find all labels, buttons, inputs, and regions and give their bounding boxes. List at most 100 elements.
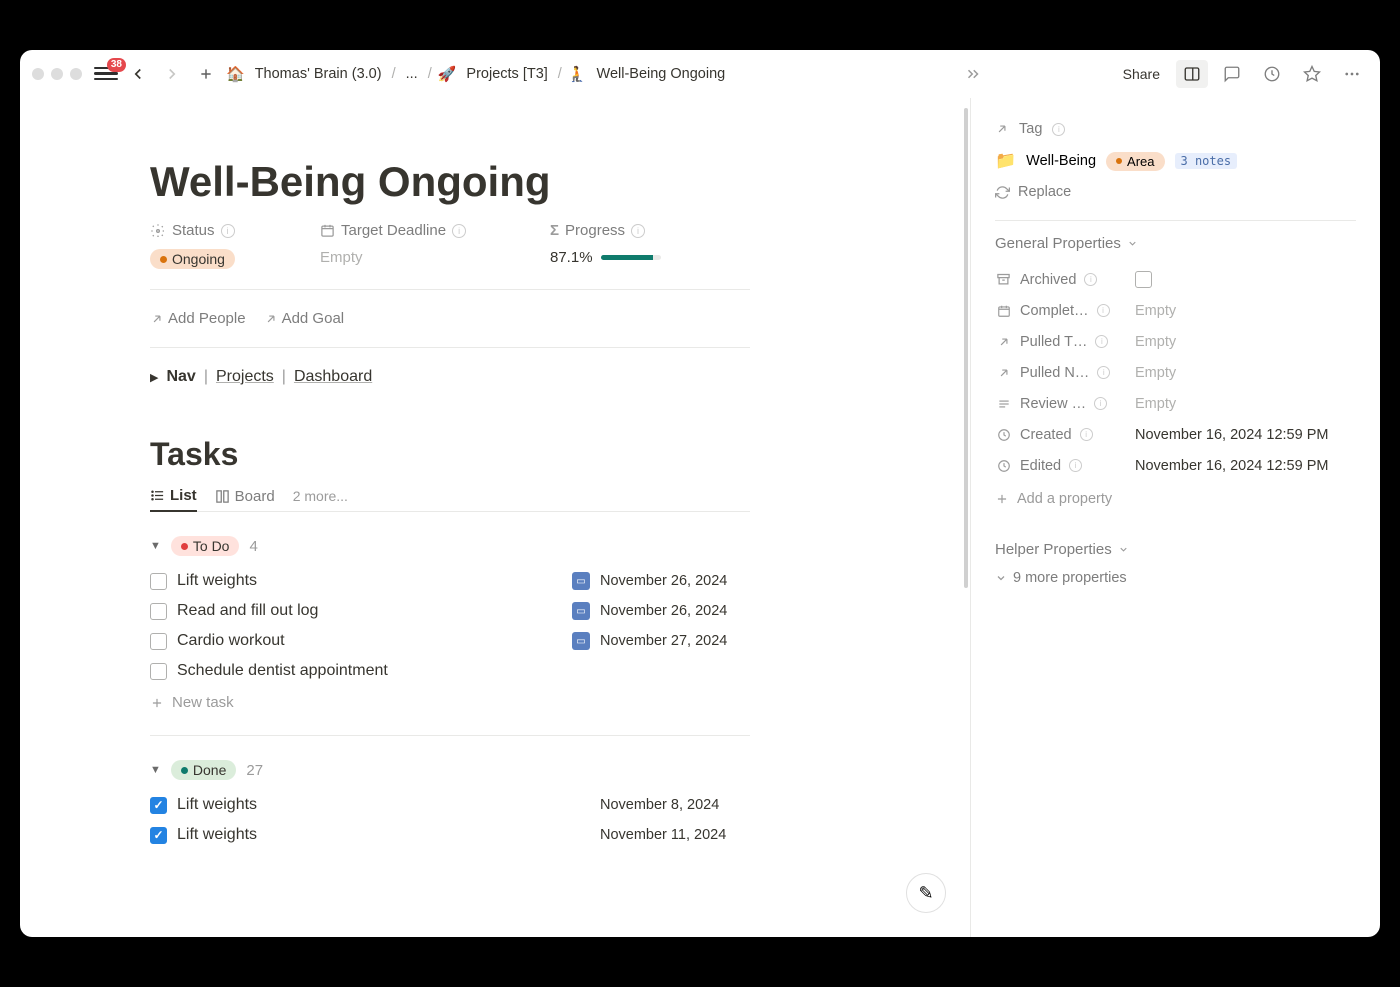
- more-menu-button[interactable]: [1336, 60, 1368, 88]
- info-icon[interactable]: i: [1095, 335, 1108, 348]
- property-row-review[interactable]: Review … i Empty: [995, 388, 1356, 419]
- add-property-button[interactable]: Add a property: [995, 481, 1356, 517]
- add-goal-button[interactable]: Add Goal: [264, 310, 345, 327]
- ai-assist-button[interactable]: ✎: [906, 873, 946, 913]
- breadcrumb-separator: /: [392, 66, 396, 82]
- property-row-archived[interactable]: Archived i: [995, 264, 1356, 295]
- deadline-property-label[interactable]: Target Deadline i: [320, 222, 490, 239]
- task-title: Lift weights: [177, 796, 257, 814]
- task-date: November 8, 2024: [600, 797, 750, 813]
- property-row-pulled-t[interactable]: Pulled T… i Empty: [995, 326, 1356, 357]
- task-relation-icon[interactable]: ▭: [572, 632, 590, 650]
- property-row-edited[interactable]: Edited i November 16, 2024 12:59 PM: [995, 450, 1356, 481]
- collapse-icon[interactable]: ▼: [150, 540, 161, 552]
- new-task-button[interactable]: New task: [150, 686, 750, 719]
- property-row-created[interactable]: Created i November 16, 2024 12:59 PM: [995, 419, 1356, 450]
- task-date: November 26, 2024: [600, 603, 750, 619]
- breadcrumb-separator: /: [558, 66, 562, 82]
- task-row[interactable]: Cardio workout ▭ November 27, 2024: [150, 626, 750, 656]
- notes-count-badge[interactable]: 3 notes: [1175, 153, 1238, 169]
- task-checkbox[interactable]: [150, 603, 167, 620]
- history-button[interactable]: [1256, 60, 1288, 88]
- task-row[interactable]: Schedule dentist appointment: [150, 656, 750, 686]
- rocket-icon: 🚀: [438, 65, 457, 83]
- group-header-todo[interactable]: ▼ To Do 4: [150, 536, 750, 556]
- back-button[interactable]: [124, 60, 152, 88]
- general-properties-heading[interactable]: General Properties: [995, 235, 1356, 252]
- task-title: Lift weights: [177, 826, 257, 844]
- task-row[interactable]: Read and fill out log ▭ November 26, 202…: [150, 596, 750, 626]
- forward-button[interactable]: [158, 60, 186, 88]
- archive-icon: [995, 271, 1012, 288]
- hamburger-icon[interactable]: 38: [94, 64, 118, 84]
- view-tab-board[interactable]: Board: [215, 488, 275, 511]
- tag-value-row[interactable]: 📁 Well-Being Area 3 notes: [995, 144, 1356, 178]
- new-page-button[interactable]: [192, 60, 220, 88]
- info-icon[interactable]: i: [631, 224, 645, 238]
- replace-button[interactable]: Replace: [995, 178, 1356, 206]
- task-checkbox-checked[interactable]: [150, 797, 167, 814]
- comments-button[interactable]: [1216, 60, 1248, 88]
- progress-property-label[interactable]: Σ Progress i: [550, 222, 661, 239]
- clock-icon: [995, 457, 1012, 474]
- task-title: Read and fill out log: [177, 602, 318, 620]
- info-icon[interactable]: i: [1080, 428, 1093, 441]
- breadcrumb-current[interactable]: Well-Being Ongoing: [593, 64, 730, 84]
- info-icon[interactable]: i: [1069, 459, 1082, 472]
- task-row[interactable]: Lift weights ▭ November 26, 2024: [150, 566, 750, 596]
- expand-sidebar-button[interactable]: [959, 60, 987, 88]
- add-people-button[interactable]: Add People: [150, 310, 246, 327]
- property-row-completed[interactable]: Complet… i Empty: [995, 295, 1356, 326]
- task-relation-icon[interactable]: ▭: [572, 602, 590, 620]
- tag-type-pill: Area: [1106, 152, 1164, 171]
- info-icon[interactable]: i: [1094, 397, 1107, 410]
- app-window: 38 🏠 Thomas' Brain (3.0) / ... / 🚀 Proje…: [20, 50, 1380, 937]
- info-icon[interactable]: i: [452, 224, 466, 238]
- favorite-button[interactable]: [1296, 60, 1328, 88]
- info-icon[interactable]: i: [1052, 123, 1065, 136]
- helper-properties-heading[interactable]: Helper Properties: [995, 541, 1356, 558]
- breadcrumb-separator: /: [428, 66, 432, 82]
- task-title: Schedule dentist appointment: [177, 662, 388, 680]
- group-header-done[interactable]: ▼ Done 27: [150, 760, 750, 780]
- nav-projects-link[interactable]: Projects: [216, 368, 274, 386]
- status-property-label[interactable]: Status i: [150, 222, 260, 239]
- info-icon[interactable]: i: [1097, 366, 1110, 379]
- breadcrumb: 🏠 Thomas' Brain (3.0) / ... / 🚀 Projects…: [226, 64, 729, 84]
- info-icon[interactable]: i: [221, 224, 235, 238]
- task-checkbox[interactable]: [150, 663, 167, 680]
- status-property-value[interactable]: Ongoing: [150, 249, 260, 269]
- task-row[interactable]: Lift weights November 11, 2024: [150, 820, 750, 850]
- archived-checkbox[interactable]: [1135, 271, 1152, 288]
- deadline-property-value[interactable]: Empty: [320, 249, 490, 266]
- more-properties-button[interactable]: 9 more properties: [995, 570, 1356, 586]
- breadcrumb-projects[interactable]: Projects [T3]: [462, 64, 551, 84]
- view-tabs-more[interactable]: 2 more...: [293, 488, 348, 504]
- scrollbar[interactable]: [964, 108, 968, 588]
- breadcrumb-root[interactable]: Thomas' Brain (3.0): [251, 64, 386, 84]
- info-icon[interactable]: i: [1097, 304, 1110, 317]
- property-row-pulled-n[interactable]: Pulled N… i Empty: [995, 357, 1356, 388]
- task-date: November 26, 2024: [600, 573, 750, 589]
- breadcrumb-ellipsis[interactable]: ...: [402, 64, 422, 84]
- content-area: Well-Being Ongoing Status i Ongoing: [20, 98, 1380, 937]
- task-checkbox-checked[interactable]: [150, 827, 167, 844]
- nav-dashboard-link[interactable]: Dashboard: [294, 368, 372, 386]
- text-icon: [995, 395, 1012, 412]
- main-content: Well-Being Ongoing Status i Ongoing: [20, 98, 970, 937]
- properties-sidebar: Tag i 📁 Well-Being Area 3 notes Replace …: [970, 98, 1380, 937]
- collapse-icon[interactable]: ▼: [150, 764, 161, 776]
- task-row[interactable]: Lift weights November 8, 2024: [150, 790, 750, 820]
- task-checkbox[interactable]: [150, 633, 167, 650]
- task-checkbox[interactable]: [150, 573, 167, 590]
- window-controls[interactable]: [32, 68, 82, 80]
- panel-toggle-button[interactable]: [1176, 60, 1208, 88]
- nav-toggle[interactable]: ▶ Nav | Projects | Dashboard: [150, 368, 750, 386]
- task-relation-icon[interactable]: ▭: [572, 572, 590, 590]
- info-icon[interactable]: i: [1084, 273, 1097, 286]
- progress-property-value[interactable]: 87.1%: [550, 249, 661, 266]
- view-tab-list[interactable]: List: [150, 487, 197, 512]
- folder-icon: 📁: [995, 151, 1016, 171]
- page-title[interactable]: Well-Being Ongoing: [150, 158, 750, 206]
- share-button[interactable]: Share: [1115, 62, 1168, 86]
